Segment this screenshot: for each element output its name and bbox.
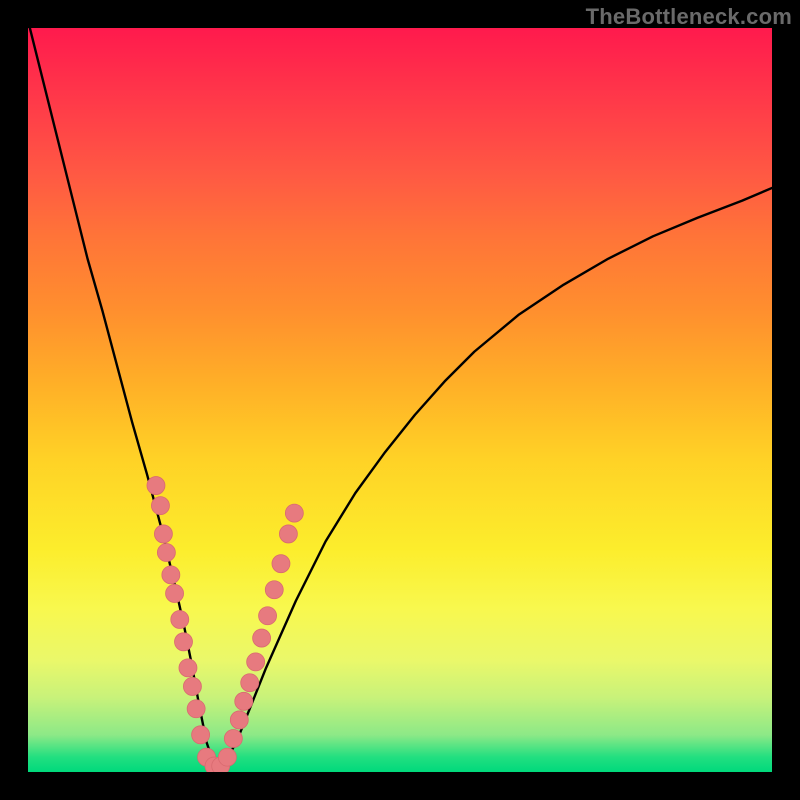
scatter-point — [285, 504, 303, 522]
scatter-point — [179, 659, 197, 677]
chart-overlay — [28, 28, 772, 772]
scatter-point — [218, 748, 236, 766]
scatter-point — [183, 677, 201, 695]
scatter-point — [192, 726, 210, 744]
scatter-point — [265, 581, 283, 599]
scatter-point — [151, 497, 169, 515]
scatter-point — [230, 711, 248, 729]
scatter-point — [259, 607, 277, 625]
scatter-point — [247, 653, 265, 671]
chart-frame: TheBottleneck.com — [0, 0, 800, 800]
scatter-point — [279, 525, 297, 543]
scatter-point — [147, 477, 165, 495]
scatter-point — [235, 692, 253, 710]
scatter-point — [154, 525, 172, 543]
scatter-point — [253, 629, 271, 647]
scatter-point — [162, 566, 180, 584]
scatter-point — [166, 584, 184, 602]
scatter-point — [272, 555, 290, 573]
scatter-point — [157, 544, 175, 562]
scatter-point — [171, 610, 189, 628]
scatter-point — [175, 633, 193, 651]
plot-area — [28, 28, 772, 772]
scatter-point — [241, 674, 259, 692]
scatter-point — [224, 730, 242, 748]
watermark-text: TheBottleneck.com — [586, 4, 792, 30]
scatter-point — [187, 700, 205, 718]
bottleneck-curve — [28, 28, 772, 768]
